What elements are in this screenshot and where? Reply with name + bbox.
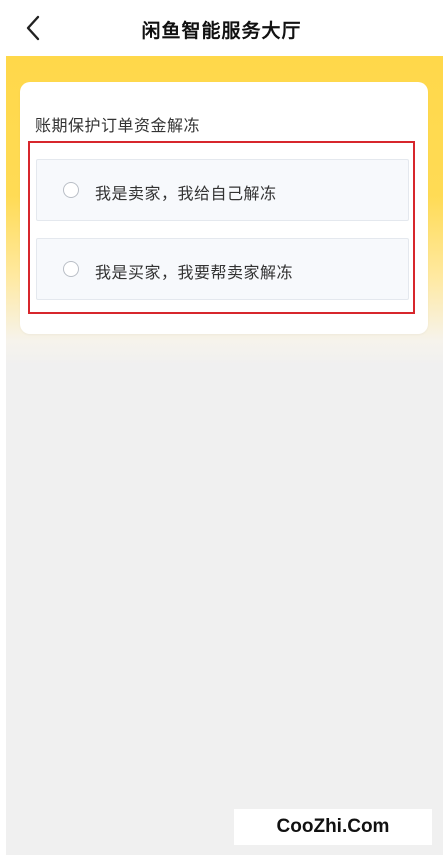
option-card: 账期保护订单资金解冻 我是卖家，我给自己解冻 我是买家，我要帮卖家解冻 (20, 82, 428, 334)
option-label: 我是卖家，我给自己解冻 (95, 184, 277, 203)
page-title: 闲鱼智能服务大厅 (141, 20, 302, 42)
option-seller-unfreeze[interactable]: 我是卖家，我给自己解冻 (36, 159, 409, 221)
page: 闲鱼智能服务大厅 账期保护订单资金解冻 我是卖家，我给自己解冻 我是买家，我要帮… (0, 0, 443, 855)
header-bar: 闲鱼智能服务大厅 (0, 0, 443, 56)
highlight-box: 我是卖家，我给自己解冻 我是买家，我要帮卖家解冻 (28, 141, 415, 314)
card-title: 账期保护订单资金解冻 (35, 116, 201, 135)
option-label: 我是买家，我要帮卖家解冻 (95, 263, 294, 282)
content-area: 账期保护订单资金解冻 我是卖家，我给自己解冻 我是买家，我要帮卖家解冻 (6, 56, 443, 855)
radio-button-icon[interactable] (63, 182, 79, 198)
radio-button-icon[interactable] (63, 261, 79, 277)
watermark: CooZhi.Com (234, 809, 432, 845)
option-buyer-unfreeze[interactable]: 我是买家，我要帮卖家解冻 (36, 238, 409, 300)
